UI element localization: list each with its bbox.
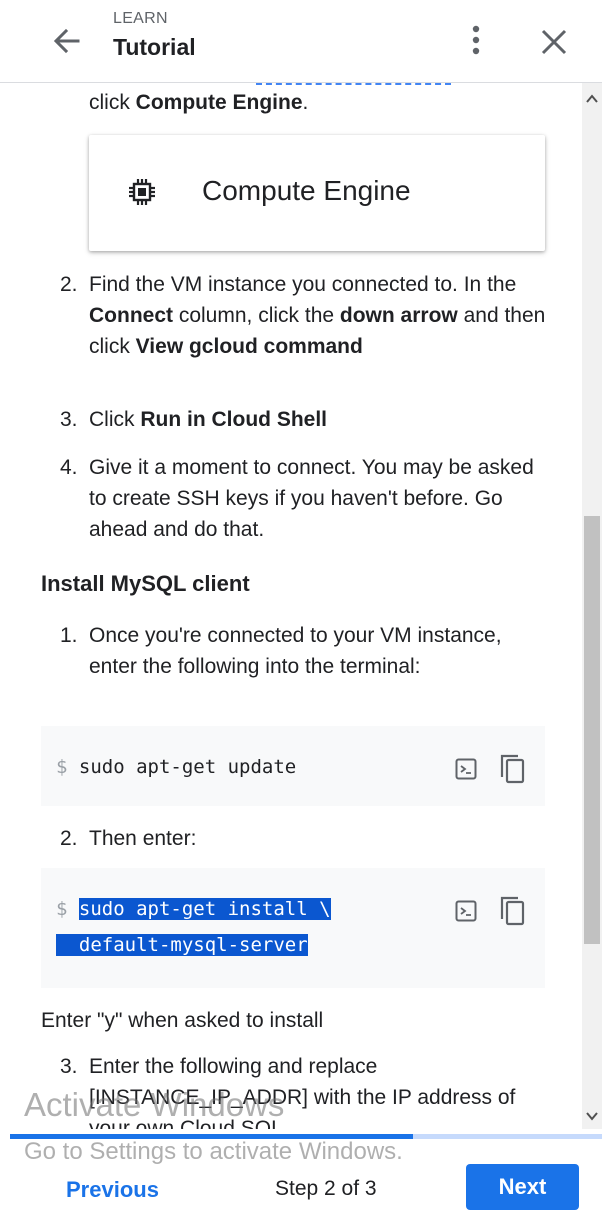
step-find-vm: Find the VM instance you connected to. I…	[89, 269, 559, 362]
code-command-selected[interactable]: default-mysql-server	[56, 934, 308, 956]
more-options-icon[interactable]	[462, 20, 490, 64]
step-bold: down arrow	[339, 304, 458, 327]
step-number: 1.	[60, 624, 78, 647]
scroll-up-arrow-icon[interactable]	[582, 90, 602, 108]
scroll-down-arrow-icon[interactable]	[582, 1107, 602, 1125]
step-number: 2.	[60, 827, 78, 850]
link-underline	[256, 83, 451, 85]
step-number: 3.	[60, 1055, 78, 1078]
step-then-enter: Then enter:	[89, 827, 197, 850]
run-in-shell-icon[interactable]	[455, 900, 477, 922]
code-block-install: $ sudo apt-get install \ default-mysql-s…	[41, 868, 545, 988]
tutorial-content: click Compute Engine. Compute Engine 2. …	[0, 83, 582, 1129]
run-in-shell-icon[interactable]	[455, 758, 477, 780]
card-label: Compute Engine	[202, 175, 411, 206]
header-overline: LEARN	[113, 10, 168, 27]
next-button[interactable]: Next	[466, 1164, 579, 1210]
code-prompt: $	[56, 756, 68, 778]
step-enter-terminal: Once you're connected to your VM instanc…	[89, 624, 502, 678]
section-title: Install MySQL client	[41, 571, 250, 596]
activate-windows-hint: Go to Settings to activate Windows.	[24, 1138, 403, 1165]
close-icon[interactable]	[532, 22, 576, 66]
copy-icon[interactable]	[498, 753, 526, 785]
intro-bold: Compute Engine	[135, 91, 303, 114]
step-bold: Run in Cloud Shell	[140, 408, 327, 431]
step-text: Find the VM instance you connected to. I…	[89, 273, 517, 296]
previous-button[interactable]: Previous	[66, 1177, 159, 1203]
step-run-cloud-shell: Click Run in Cloud Shell	[89, 404, 559, 435]
code-line: default-mysql-server	[56, 934, 308, 956]
code-line: $ sudo apt-get install \	[56, 898, 331, 920]
tutorial-header: LEARN Tutorial	[0, 0, 602, 83]
intro-prefix: click	[89, 91, 136, 114]
code-block-update: $ sudo apt-get update	[41, 726, 545, 806]
install-note: Enter "y" when asked to install	[41, 1009, 324, 1032]
step-connect: Give it a moment to connect. You may be …	[89, 456, 534, 541]
scrollbar-thumb[interactable]	[584, 516, 600, 944]
step-bold: Connect	[89, 304, 173, 327]
code-line: $ sudo apt-get update	[56, 756, 296, 778]
step-number: 2.	[60, 273, 78, 296]
code-command-selected[interactable]: sudo apt-get install \	[78, 898, 331, 920]
activate-windows-watermark: Activate Windows	[24, 1086, 285, 1123]
code-prompt: $	[56, 898, 68, 920]
step-number: 4.	[60, 456, 78, 479]
step-indicator: Step 2 of 3	[275, 1177, 377, 1200]
intro-text: click Compute Engine.	[89, 87, 308, 118]
compute-engine-card: Compute Engine	[89, 135, 545, 251]
intro-suffix: .	[302, 91, 309, 114]
back-arrow-icon[interactable]	[44, 20, 88, 64]
step-bold: View gcloud command	[135, 335, 363, 358]
copy-icon[interactable]	[498, 895, 526, 927]
step-text: Click	[89, 408, 141, 431]
compute-chip-icon	[129, 179, 155, 205]
code-command: sudo apt-get update	[78, 756, 297, 778]
step-number: 3.	[60, 408, 78, 431]
step-text: column, click the	[173, 304, 340, 327]
header-title: Tutorial	[113, 34, 196, 60]
